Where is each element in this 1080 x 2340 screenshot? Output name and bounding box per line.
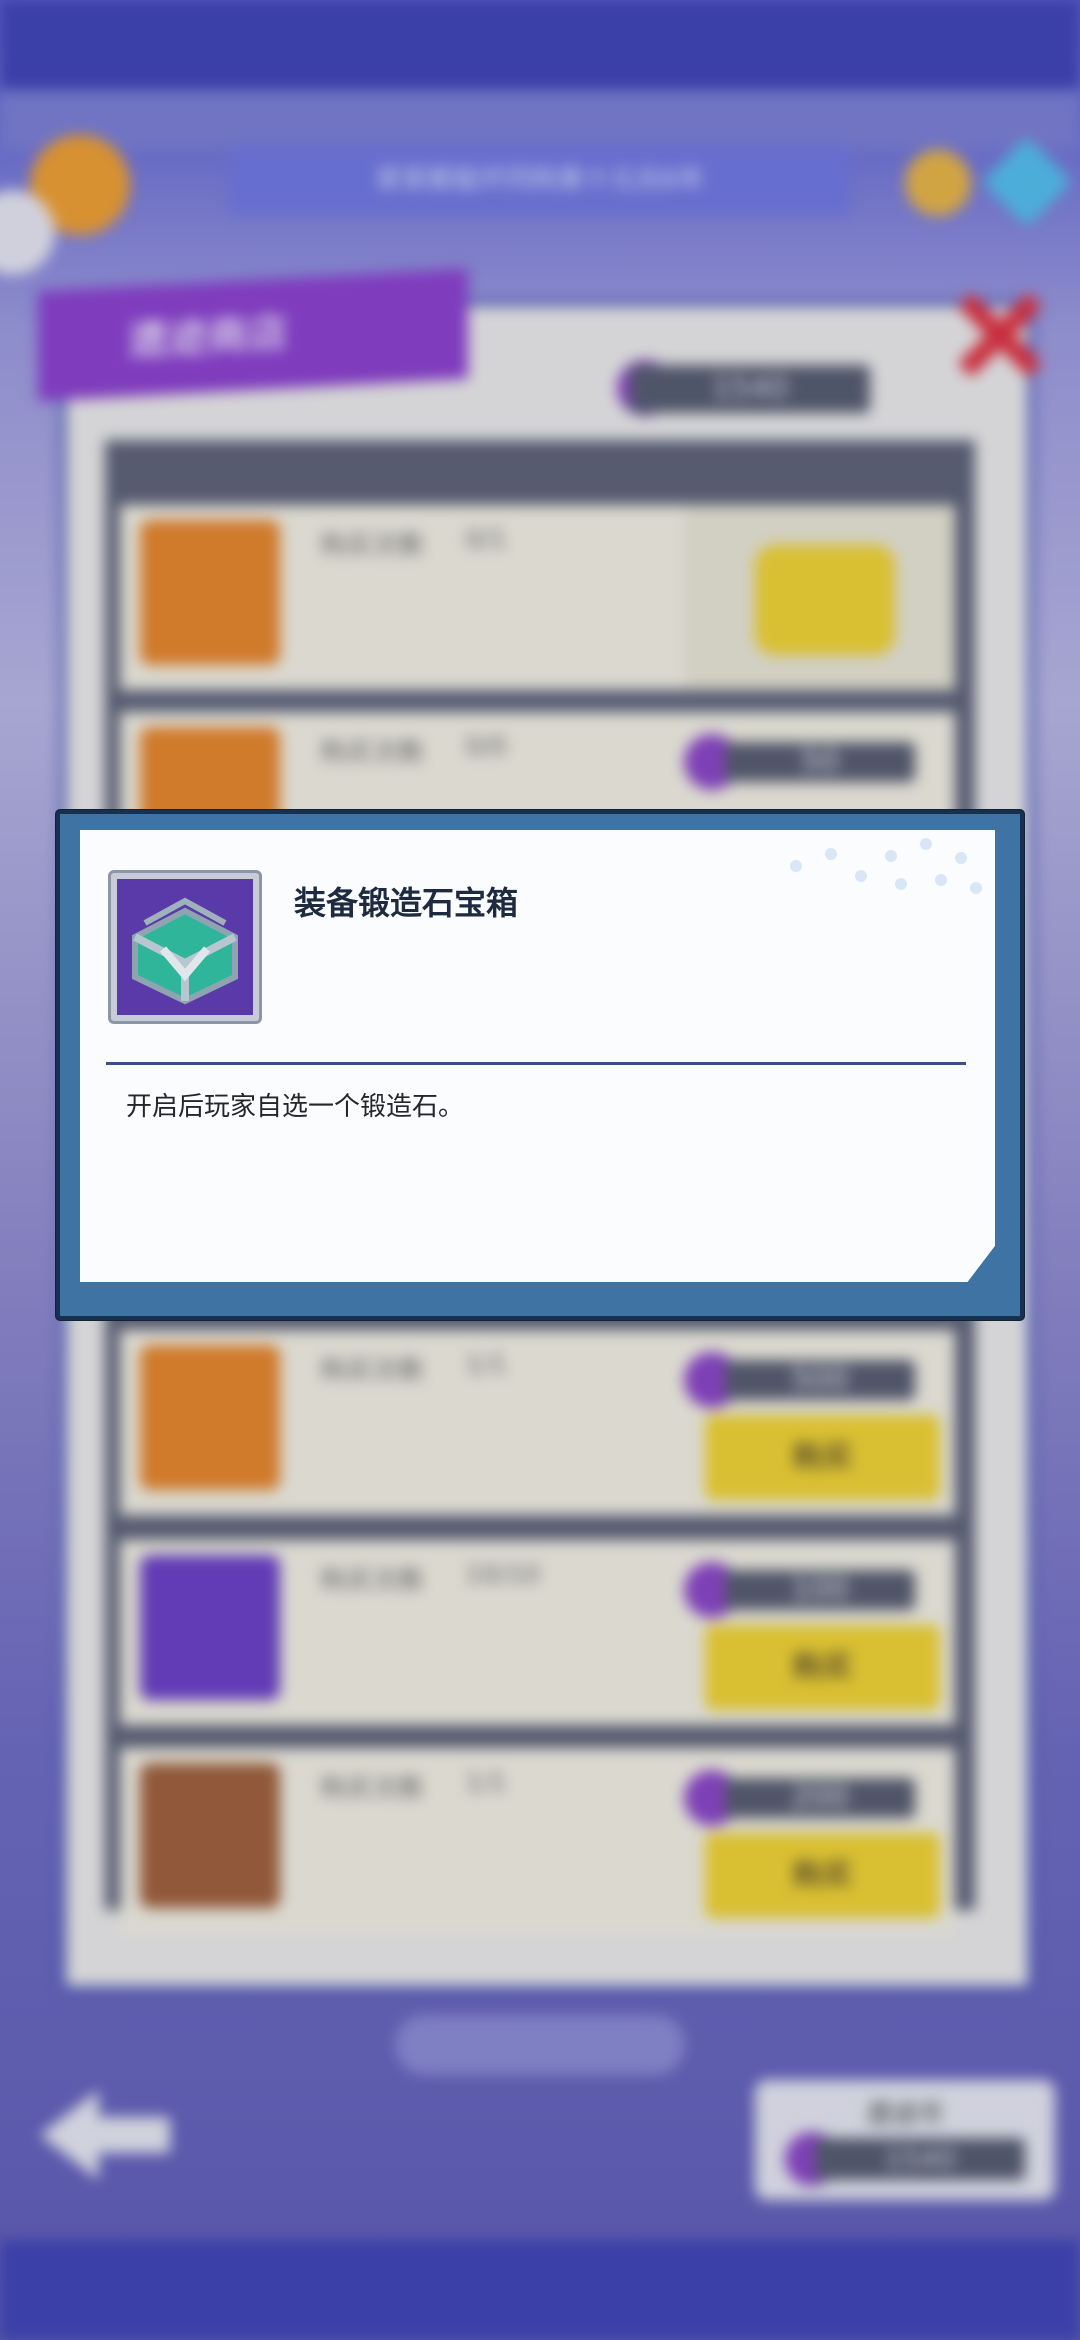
divider: [106, 1062, 966, 1065]
item-icon-frame: [108, 870, 262, 1024]
item-name: 装备锻造石宝箱: [294, 884, 519, 922]
item-tooltip-popup[interactable]: 装备锻造石宝箱 开启后玩家自选一个锻造石。: [56, 810, 1024, 1320]
item-icon-bg: [117, 879, 253, 1015]
popup-body: 装备锻造石宝箱 开启后玩家自选一个锻造石。: [80, 830, 995, 1282]
treasure-chest-icon: [132, 897, 238, 1005]
item-description: 开启后玩家自选一个锻造石。: [126, 1092, 465, 1122]
decor-dots: [735, 830, 995, 900]
